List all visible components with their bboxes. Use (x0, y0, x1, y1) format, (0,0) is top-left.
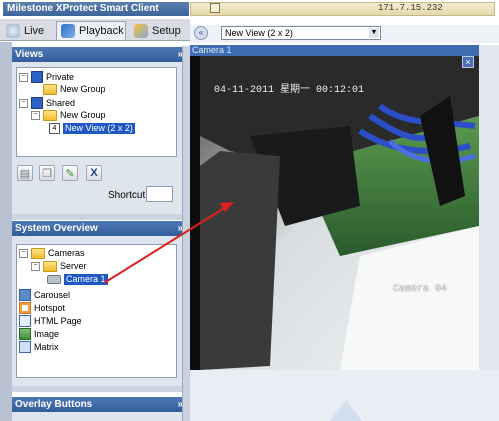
tree-node-camera1[interactable]: Camera 1 (47, 274, 108, 285)
folder-icon (43, 261, 57, 272)
shared-group-label: New Group (60, 110, 106, 120)
title-bar: Milestone XProtect Smart Client 171.7.15… (0, 0, 499, 18)
carousel-icon (19, 289, 31, 301)
new-view-button[interactable]: ▤ (17, 165, 33, 181)
html-page-icon (19, 315, 31, 327)
carousel-label: Carousel (34, 289, 71, 300)
group-icon (31, 97, 43, 109)
image-icon (19, 328, 31, 340)
overlay-buttons-body (12, 412, 189, 421)
tree-node-matrix[interactable]: Matrix (19, 341, 59, 353)
views-panel-title: Views (15, 49, 44, 60)
osd-camera-name: Camera 04 (393, 284, 448, 295)
tree-node-server[interactable]: − Server (31, 261, 87, 272)
left-gutter (0, 42, 12, 421)
folder-icon (31, 248, 45, 259)
view-select-value: New View (2 x 2) (225, 28, 293, 38)
folder-icon (43, 84, 57, 95)
osd-timestamp: 04-11-2011 星期一 00:12:01 (214, 85, 365, 96)
playback-icon (61, 24, 75, 38)
pencil-icon: ✎ (65, 167, 75, 180)
collapse-toggle-icon[interactable]: − (31, 111, 40, 120)
camera-frame-image (190, 56, 479, 370)
server-address: 171.7.15.232 (378, 3, 443, 13)
views-tree: − Private New Group − Shared − New Group… (16, 67, 177, 157)
overlay-buttons-title: Overlay Buttons (15, 399, 93, 410)
status-strip (190, 2, 495, 16)
camera-video[interactable]: 04-11-2011 星期一 00:12:01 Camera 04 (190, 56, 479, 370)
placeholder-arrow-icon (330, 400, 362, 421)
edit-view-button[interactable]: ✎ (62, 165, 78, 181)
tree-node-selected-view[interactable]: 4 New View (2 x 2) (49, 123, 135, 134)
back-button[interactable]: « (194, 26, 208, 40)
system-overview-header[interactable]: System Overview » (12, 221, 189, 236)
collapse-toggle-icon[interactable]: − (19, 249, 28, 258)
panel-splitter[interactable] (12, 386, 189, 392)
private-group-label: New Group (60, 84, 106, 94)
overlay-buttons-header[interactable]: Overlay Buttons » (12, 397, 189, 412)
html-page-label: HTML Page (34, 315, 82, 326)
vertical-splitter[interactable] (182, 46, 190, 421)
matrix-label: Matrix (34, 341, 59, 352)
image-label: Image (34, 328, 60, 339)
view-layout-icon: 4 (49, 123, 60, 134)
setup-icon (134, 23, 148, 38)
camera-icon (47, 275, 61, 284)
collapse-toggle-icon[interactable]: − (31, 262, 40, 271)
server-label: Server (60, 261, 87, 271)
live-icon (6, 23, 20, 38)
app-title: Milestone XProtect Smart Client (3, 2, 189, 16)
double-chevron-left-icon: « (198, 28, 204, 37)
camera1-label: Camera 1 (64, 274, 108, 285)
collapse-toggle-icon[interactable]: − (19, 98, 28, 108)
tree-node-carousel[interactable]: Carousel (19, 289, 70, 301)
shortcut-label: Shortcut: (108, 190, 149, 201)
delete-view-button[interactable]: X (86, 165, 102, 181)
tab-playback-label: Playback (79, 25, 124, 37)
tree-node-cameras[interactable]: − Cameras (19, 248, 85, 259)
views-panel-header[interactable]: Views » (12, 47, 189, 62)
new-page-icon: ▤ (19, 167, 31, 180)
camera-tile-title: Camera 1 (192, 45, 232, 55)
tab-live[interactable]: Live (2, 21, 52, 40)
group-icon (31, 71, 43, 83)
hotspot-label: Hotspot (34, 302, 66, 313)
tree-node-shared[interactable]: − Shared (19, 97, 75, 109)
private-label: Private (46, 71, 75, 82)
folder-icon (43, 110, 57, 121)
tab-setup-label: Setup (152, 24, 181, 37)
panel-splitter[interactable] (12, 214, 189, 220)
pin-icon[interactable] (210, 3, 220, 13)
tree-node-private[interactable]: − Private (19, 71, 74, 83)
copy-icon: ❐ (42, 167, 52, 180)
shared-label: Shared (46, 97, 76, 108)
tree-node-image[interactable]: Image (19, 328, 59, 340)
cameras-label: Cameras (48, 248, 85, 258)
system-overview-title: System Overview (15, 223, 98, 234)
system-overview-tree: − Cameras − Server Camera 1 Carousel Hot… (16, 244, 177, 378)
dropdown-arrow-icon[interactable]: ▼ (369, 28, 379, 38)
shortcut-input[interactable] (146, 186, 173, 202)
tree-node-hotspot[interactable]: Hotspot (19, 302, 65, 314)
matrix-icon (19, 341, 31, 353)
tab-live-label: Live (24, 24, 45, 37)
view-select[interactable]: New View (2 x 2) ▼ (221, 26, 381, 40)
close-tile-button[interactable]: × (462, 56, 474, 68)
camera-tile-header: Camera 1 (190, 45, 479, 56)
new-group-button[interactable]: ❐ (39, 165, 55, 181)
right-margin (479, 45, 499, 370)
tab-bar: Live Playback Setup (0, 19, 190, 41)
tree-node-html-page[interactable]: HTML Page (19, 315, 82, 327)
selected-view-label: New View (2 x 2) (63, 123, 135, 134)
hotspot-icon (19, 302, 31, 314)
tree-node-private-group[interactable]: New Group (43, 84, 106, 95)
close-icon: × (465, 57, 471, 67)
collapse-toggle-icon[interactable]: − (19, 72, 28, 82)
delete-icon: X (90, 167, 98, 179)
tree-node-shared-group[interactable]: − New Group (31, 110, 106, 121)
tab-playback[interactable]: Playback (56, 21, 126, 40)
tab-setup[interactable]: Setup (130, 21, 188, 40)
